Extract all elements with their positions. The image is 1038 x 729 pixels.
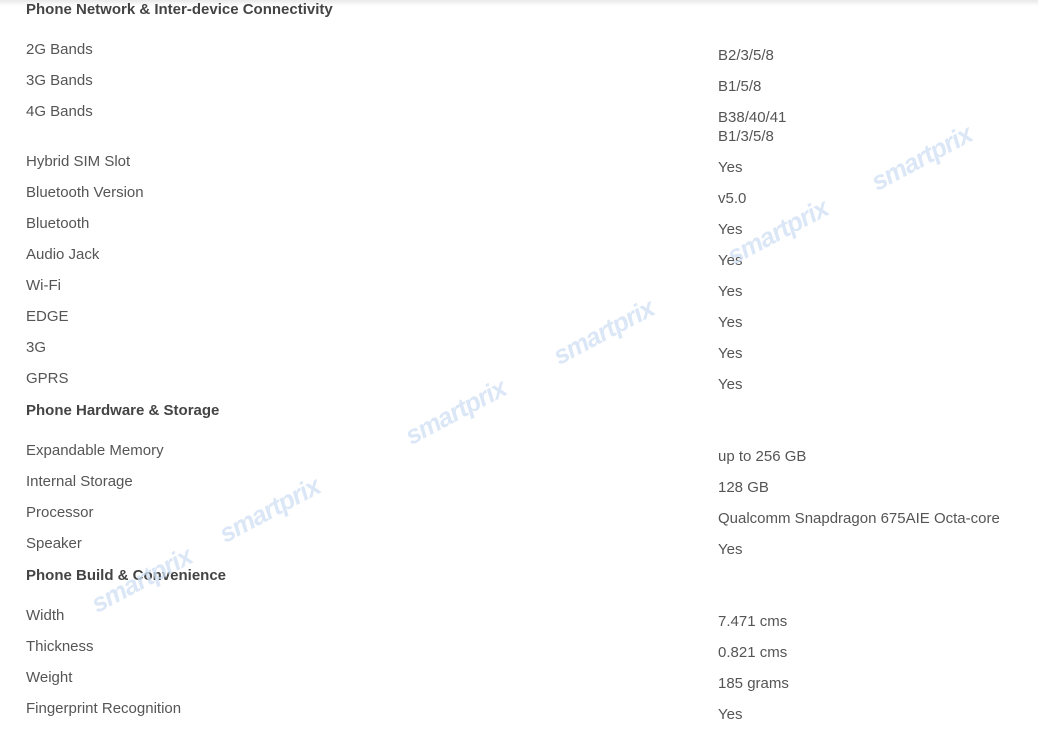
spec-label: Internal Storage <box>26 473 133 490</box>
watermark-logo: smartprix <box>866 118 977 197</box>
spec-value: 185 grams <box>718 675 789 692</box>
spec-label: Bluetooth <box>26 215 90 232</box>
spec-label: 2G Bands <box>26 41 93 58</box>
watermark-logo: smartprix <box>214 470 325 549</box>
spec-value: 128 GB <box>718 479 769 496</box>
spec-label: Wi-Fi <box>26 277 61 294</box>
spec-value: B1/5/8 <box>718 78 762 95</box>
spec-value: Yes <box>718 376 743 393</box>
spec-value: v5.0 <box>718 190 747 207</box>
spec-value: B2/3/5/8 <box>718 47 774 64</box>
spec-label: Audio Jack <box>26 246 100 263</box>
spec-value: Qualcomm Snapdragon 675AIE Octa-core <box>718 510 1000 527</box>
watermark-logo: smartprix <box>400 372 511 451</box>
spec-value: Yes <box>718 252 743 269</box>
spec-label: EDGE <box>26 308 69 325</box>
spec-value: Yes <box>718 159 743 176</box>
spec-label: 4G Bands <box>26 103 93 120</box>
spec-label: Hybrid SIM Slot <box>26 153 131 170</box>
spec-value: 0.821 cms <box>718 644 788 661</box>
watermark-logo: smartprix <box>548 292 659 371</box>
spec-value: 7.471 cms <box>718 613 788 630</box>
spec-label: 3G <box>26 339 47 356</box>
spec-value: B38/40/41 B1/3/5/8 <box>718 109 787 145</box>
section-title-build: Phone Build & Convenience <box>26 567 227 584</box>
section-title-hardware: Phone Hardware & Storage <box>26 402 220 419</box>
spec-label: Thickness <box>26 638 94 655</box>
spec-label: Expandable Memory <box>26 442 164 459</box>
spec-value: Yes <box>718 314 743 331</box>
spec-sheet: Phone Network & Inter-device Connectivit… <box>0 0 1038 729</box>
spec-label: Weight <box>26 669 73 686</box>
spec-label: GPRS <box>26 370 69 387</box>
spec-label: Bluetooth Version <box>26 184 144 201</box>
spec-label: Fingerprint Recognition <box>26 700 182 717</box>
spec-value: Yes <box>718 706 743 723</box>
spec-label: Processor <box>26 504 94 521</box>
spec-value: Yes <box>718 283 743 300</box>
spec-value: Yes <box>718 541 743 558</box>
spec-label: 3G Bands <box>26 72 93 89</box>
section-title-network: Phone Network & Inter-device Connectivit… <box>26 1 333 18</box>
spec-value: Yes <box>718 221 743 238</box>
spec-label: Speaker <box>26 535 82 552</box>
spec-value: up to 256 GB <box>718 448 807 465</box>
spec-label: Width <box>26 607 65 624</box>
spec-value: Yes <box>718 345 743 362</box>
